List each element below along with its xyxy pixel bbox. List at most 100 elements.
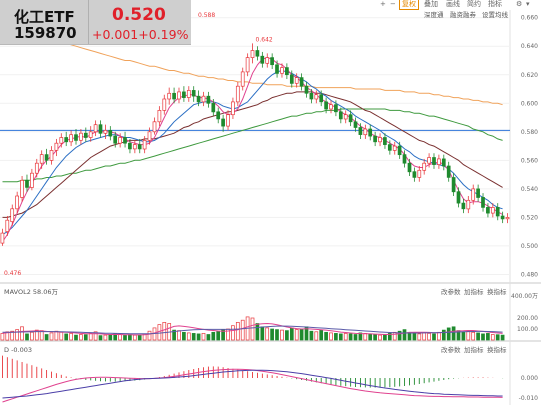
volume-edit-params-button[interactable]: 改参数 bbox=[441, 288, 461, 296]
volume-bar bbox=[250, 317, 255, 341]
candle-body bbox=[182, 91, 186, 98]
volume-bar bbox=[275, 329, 279, 341]
candle-body bbox=[280, 67, 284, 74]
candle-body bbox=[432, 157, 436, 165]
candle-body bbox=[0, 232, 5, 244]
fund-code: 159870 bbox=[14, 24, 77, 42]
y-tick-label-6: 0.540 bbox=[521, 186, 538, 193]
y-tick-label-2: 0.620 bbox=[521, 72, 538, 79]
volume-bar bbox=[79, 334, 83, 341]
candle-body bbox=[373, 135, 377, 143]
candle-body bbox=[10, 208, 15, 222]
ma10-line bbox=[2, 69, 503, 235]
candle-body bbox=[417, 169, 422, 178]
volume-bar bbox=[103, 334, 108, 341]
volume-bar bbox=[30, 331, 34, 341]
volume-bar bbox=[495, 334, 500, 341]
volume-bar bbox=[451, 326, 456, 341]
toolbar-item-draw[interactable]: 画线 bbox=[446, 0, 460, 9]
toolbar-item-overlay[interactable]: 叠加 bbox=[424, 0, 438, 9]
volume-bar bbox=[265, 327, 270, 341]
sub-item-margin[interactable]: 融资融券 bbox=[450, 11, 476, 19]
change-abs: +0.001 bbox=[92, 27, 139, 42]
volume-switch-indicator-button[interactable]: 换指标 bbox=[487, 288, 507, 296]
volume-bar bbox=[240, 319, 245, 341]
volume-bar bbox=[481, 333, 485, 341]
candle-body bbox=[437, 158, 441, 165]
volume-bar bbox=[211, 331, 216, 341]
volume-bar bbox=[324, 331, 328, 341]
volume-bar bbox=[285, 330, 289, 341]
candle-body bbox=[226, 114, 230, 127]
candle-body bbox=[191, 90, 196, 97]
candle-body bbox=[201, 95, 206, 103]
candle-body bbox=[15, 195, 19, 210]
gear-icon[interactable]: ⚙ bbox=[516, 0, 522, 9]
volume-bar bbox=[500, 334, 505, 341]
zoom-out-icon[interactable]: − bbox=[390, 0, 396, 9]
candle-body bbox=[54, 142, 59, 151]
candle-body bbox=[69, 134, 73, 143]
candle-body bbox=[304, 85, 309, 94]
sub-item-ma-settings[interactable]: 设置均线 bbox=[482, 11, 508, 19]
y-tick-label-5: 0.560 bbox=[521, 157, 538, 164]
candle-body bbox=[240, 71, 245, 87]
ma60-line bbox=[2, 108, 503, 183]
volume-add-indicator-button[interactable]: 加指标 bbox=[464, 288, 484, 296]
volume-bar bbox=[49, 332, 54, 341]
candle-body bbox=[285, 67, 289, 76]
volume-bar bbox=[44, 334, 49, 341]
volume-bar bbox=[422, 332, 427, 341]
sub-item-depth[interactable]: 深度通 bbox=[424, 11, 444, 19]
zoom-in-icon[interactable]: + bbox=[380, 0, 386, 9]
y-tick-label-7: 0.520 bbox=[521, 214, 538, 221]
macd-switch-indicator-button[interactable]: 换指标 bbox=[487, 346, 507, 354]
toolbar-item-indicator[interactable]: 指标 bbox=[488, 0, 502, 9]
y-tick-label-3: 0.600 bbox=[521, 100, 538, 107]
period-toggle[interactable]: 复权 bbox=[399, 0, 419, 10]
volume-bar bbox=[441, 329, 446, 341]
candle-body bbox=[490, 207, 495, 214]
volume-bar bbox=[201, 333, 206, 341]
candle-body bbox=[137, 144, 142, 150]
candle-body bbox=[383, 137, 387, 145]
volume-bar bbox=[334, 333, 338, 341]
candle-body bbox=[113, 135, 118, 144]
macd-y-tick-0: 0.000 bbox=[521, 375, 538, 382]
candle-body bbox=[476, 188, 480, 198]
candle-body bbox=[348, 114, 353, 123]
volume-bar bbox=[289, 327, 294, 341]
candle-body bbox=[167, 92, 172, 100]
volume-bar bbox=[235, 322, 240, 341]
chevron-down-icon[interactable]: ▾ bbox=[526, 0, 530, 9]
candle-body bbox=[255, 50, 260, 57]
volume-bar bbox=[319, 329, 324, 341]
volume-bar bbox=[402, 329, 407, 341]
volume-bar bbox=[476, 332, 480, 341]
candle-body bbox=[25, 179, 29, 188]
candle-body bbox=[334, 104, 338, 113]
volume-bar bbox=[216, 330, 221, 341]
candle-body bbox=[343, 114, 348, 120]
volume-bar bbox=[15, 329, 19, 341]
stock-chart[interactable]: 0.660 0.640 0.620 0.600 0.580 0.560 0.540 0.520… bbox=[0, 0, 541, 405]
volume-bar bbox=[309, 330, 314, 341]
volume-bar bbox=[83, 334, 88, 341]
volume-bar bbox=[270, 328, 274, 341]
candle-body bbox=[289, 74, 294, 84]
candle-body bbox=[309, 92, 314, 100]
candle-body bbox=[324, 101, 328, 110]
volume-bar bbox=[108, 334, 113, 341]
annotation-low: 0.476 bbox=[4, 270, 21, 277]
candle-body bbox=[407, 162, 412, 173]
toolbar-item-simple[interactable]: 简约 bbox=[467, 0, 481, 9]
volume-bar bbox=[191, 333, 196, 341]
candle-body bbox=[387, 144, 392, 151]
candle-body bbox=[427, 157, 431, 164]
macd-edit-params-button[interactable]: 改参数 bbox=[441, 346, 461, 354]
candle-body bbox=[363, 128, 368, 136]
candle-body bbox=[83, 132, 88, 138]
macd-add-indicator-button[interactable]: 加指标 bbox=[464, 346, 484, 354]
candle-body bbox=[231, 101, 235, 116]
candle-body bbox=[500, 215, 505, 220]
